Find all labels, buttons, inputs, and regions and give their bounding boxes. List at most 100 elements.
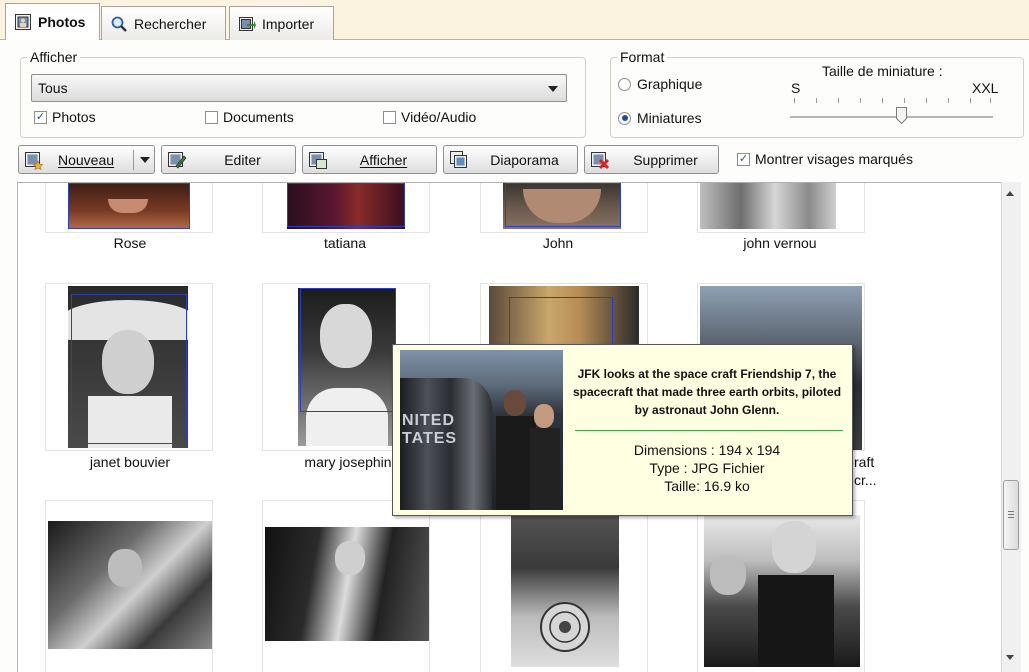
tab-bar: Photos Rechercher Importer: [0, 0, 1029, 40]
radio-off-icon: [618, 77, 631, 91]
thumbnail-image: [700, 183, 836, 229]
view-photo-icon: [309, 152, 327, 169]
slider-tick: [948, 98, 949, 103]
face-marker: [300, 288, 396, 412]
show-faces-checkbox[interactable]: ✓ Montrer visages marqués: [737, 151, 913, 167]
thumbnail-cell[interactable]: [262, 183, 430, 233]
tooltip-type: Type : JPG Fichier: [649, 460, 765, 476]
thumbnail-size-title: Taille de miniature :: [822, 63, 943, 79]
slideshow-icon: [450, 151, 467, 168]
delete-button[interactable]: Supprimer: [584, 145, 719, 174]
chevron-down-icon: [548, 86, 558, 92]
slider-tick: [926, 98, 927, 103]
radio-on-icon: [618, 111, 631, 125]
chevron-down-icon[interactable]: [140, 157, 150, 163]
delete-button-label: Supprimer: [633, 152, 698, 168]
thumbnail-caption: cr...: [854, 472, 877, 488]
photo-frame-icon: [15, 14, 31, 30]
tooltip-caption: JFK looks at the space craft Friendship …: [572, 367, 842, 417]
documents-checkbox-label: Documents: [223, 109, 294, 125]
tab-import[interactable]: Importer: [229, 6, 334, 40]
slider-tick: [816, 98, 817, 103]
checkbox-empty-icon: [205, 110, 218, 124]
thumbnails-radio-label: Miniatures: [637, 110, 702, 126]
slider-tick: [990, 98, 991, 103]
media-checkbox-label: Vidéo/Audio: [401, 109, 477, 125]
tooltip-divider: [575, 430, 843, 431]
photo-info-tooltip: NITED TATES JFK looks at the space craft …: [392, 344, 853, 516]
tooltip-size: Taille: 16.9 ko: [664, 478, 750, 494]
slideshow-button-label: Diaporama: [490, 152, 559, 168]
slider-tick: [904, 98, 905, 103]
thumbnail-image: [48, 521, 212, 649]
thumbnail-cell[interactable]: [480, 183, 648, 233]
face-marker: [505, 183, 621, 227]
filter-select-value: Tous: [38, 80, 68, 96]
split-divider: [133, 150, 134, 170]
scroll-up-icon[interactable]: [1006, 191, 1014, 196]
thumbnail-size-slider[interactable]: [790, 116, 993, 118]
thumbnail-size-min: S: [791, 80, 801, 96]
slider-tick: [838, 98, 839, 103]
thumbnail-cell[interactable]: [697, 183, 865, 233]
thumbnail-caption: tatiana: [323, 235, 367, 251]
grid-scrollbar[interactable]: [1001, 182, 1021, 672]
delete-photo-icon: [591, 152, 610, 170]
thumbnail-image: [704, 515, 860, 667]
thumbnail-cell[interactable]: [697, 500, 865, 672]
slider-tick: [882, 98, 883, 103]
graphic-radio-label: Graphique: [637, 76, 703, 92]
thumbnail-cell[interactable]: [480, 500, 648, 672]
thumbnail-cell[interactable]: [45, 183, 213, 233]
filter-select[interactable]: Tous: [31, 74, 567, 102]
new-photo-icon: [25, 152, 44, 170]
face-marker: [287, 183, 405, 227]
thumbnail-image: [265, 527, 429, 641]
show-button[interactable]: Afficher: [302, 145, 437, 174]
thumbnail-cell[interactable]: [45, 500, 213, 672]
thumbnail-image: [511, 501, 619, 667]
thumbnail-caption: janet bouvier: [89, 454, 171, 470]
presidential-seal-icon: [540, 602, 590, 652]
thumbnail-caption: John: [542, 235, 574, 251]
tab-photos[interactable]: Photos: [5, 3, 100, 40]
thumbnail-cell[interactable]: [45, 283, 213, 451]
thumbnail-size-max: XXL: [972, 80, 999, 96]
tab-search-label: Rechercher: [134, 15, 207, 32]
display-filter-legend: Afficher: [27, 49, 81, 65]
edit-button[interactable]: Editer: [161, 145, 296, 174]
new-button-label: Nouveau: [58, 152, 115, 168]
magnifier-icon: [111, 16, 127, 32]
thumbnail-caption: Rose: [113, 235, 147, 251]
tooltip-dimensions: Dimensions : 194 x 194: [633, 442, 781, 458]
checkbox-empty-icon: [383, 110, 396, 124]
slideshow-button[interactable]: Diaporama: [443, 145, 578, 174]
scroll-down-icon[interactable]: [1006, 655, 1014, 660]
new-button[interactable]: Nouveau: [18, 145, 155, 174]
slider-tick: [970, 98, 971, 103]
thumbnail-caption: raft: [854, 454, 875, 470]
tab-import-label: Importer: [262, 15, 315, 32]
slider-thumb-handle[interactable]: [896, 107, 907, 124]
thumbnails-radio[interactable]: Miniatures: [618, 110, 702, 126]
show-faces-label: Montrer visages marqués: [755, 151, 913, 167]
format-legend: Format: [617, 49, 668, 65]
slider-tick: [860, 98, 861, 103]
tab-search[interactable]: Rechercher: [101, 6, 226, 40]
checkbox-checked-icon: ✓: [737, 152, 750, 166]
edit-button-label: Editer: [224, 152, 261, 168]
tab-photos-label: Photos: [38, 14, 86, 30]
face-marker: [68, 183, 190, 229]
edit-photo-icon: [168, 152, 187, 169]
photos-checkbox[interactable]: ✓ Photos: [34, 109, 96, 125]
tooltip-preview-image: NITED TATES: [400, 350, 563, 510]
import-icon: [239, 16, 256, 31]
thumbnail-cell[interactable]: [262, 500, 430, 672]
checkbox-checked-icon: ✓: [34, 110, 47, 124]
slider-tick: [794, 98, 795, 103]
scrollbar-thumb[interactable]: [1003, 480, 1019, 550]
graphic-radio[interactable]: Graphique: [618, 76, 702, 92]
media-checkbox[interactable]: Vidéo/Audio: [383, 109, 476, 125]
documents-checkbox[interactable]: Documents: [205, 109, 294, 125]
face-marker: [71, 294, 187, 444]
